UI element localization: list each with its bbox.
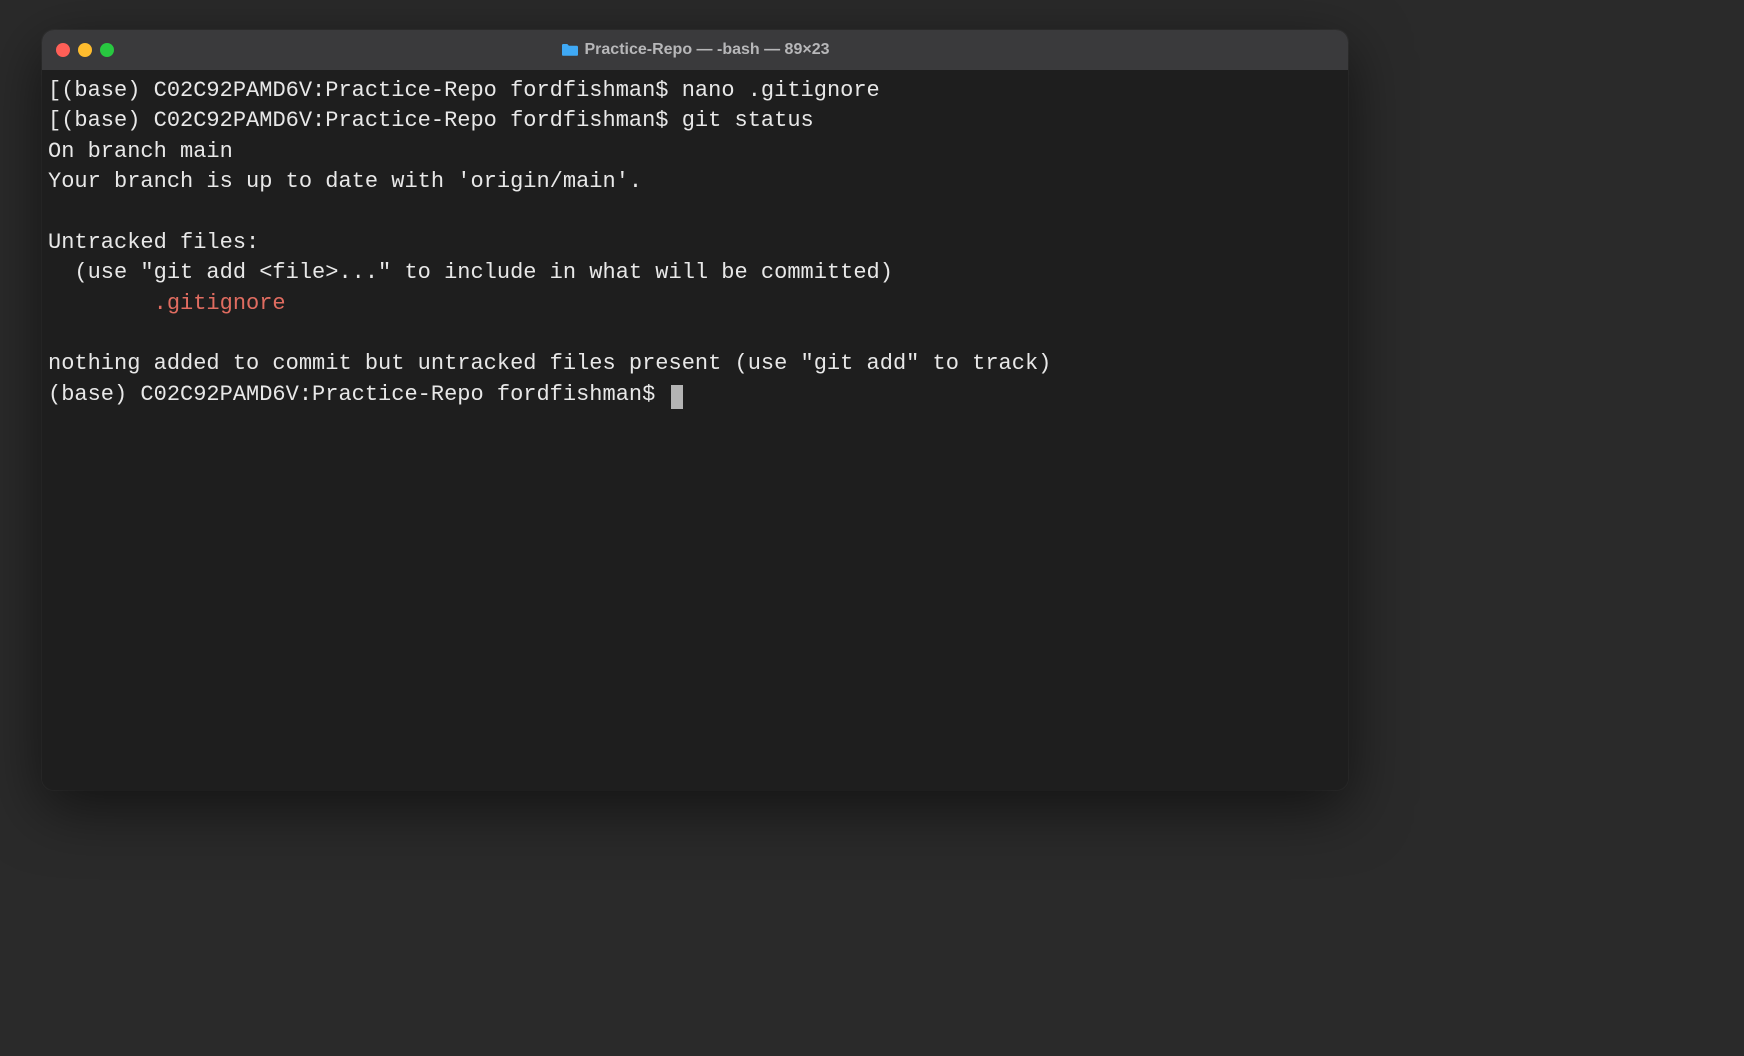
blank-line: [48, 319, 1342, 349]
prompt-text: (base) C02C92PAMD6V:Practice-Repo fordfi…: [61, 78, 682, 103]
bracket-open: [: [48, 108, 61, 133]
command-2: git status: [682, 108, 814, 133]
desktop-background: Practice-Repo — -bash — 89×23 [(base) C0…: [0, 0, 1744, 1056]
command-1: nano .gitignore: [682, 78, 880, 103]
output-uptodate: Your branch is up to date with 'origin/m…: [48, 167, 1342, 197]
traffic-lights: [56, 43, 114, 57]
titlebar[interactable]: Practice-Repo — -bash — 89×23: [42, 30, 1348, 70]
output-nothing-added: nothing added to commit but untracked fi…: [48, 349, 1342, 379]
folder-icon: [561, 43, 579, 57]
output-branch: On branch main: [48, 137, 1342, 167]
blank-line: [48, 197, 1342, 227]
terminal-window: Practice-Repo — -bash — 89×23 [(base) C0…: [42, 30, 1348, 790]
bracket-open: [: [48, 78, 61, 103]
output-untracked-header: Untracked files:: [48, 228, 1342, 258]
prompt-text: (base) C02C92PAMD6V:Practice-Repo fordfi…: [48, 382, 669, 407]
zoom-icon[interactable]: [100, 43, 114, 57]
window-title: Practice-Repo — -bash — 89×23: [42, 41, 1348, 59]
prompt-line-3: (base) C02C92PAMD6V:Practice-Repo fordfi…: [48, 380, 1342, 410]
window-title-text: Practice-Repo — -bash — 89×23: [585, 41, 830, 59]
prompt-text: (base) C02C92PAMD6V:Practice-Repo fordfi…: [61, 108, 682, 133]
minimize-icon[interactable]: [78, 43, 92, 57]
prompt-line-1: [(base) C02C92PAMD6V:Practice-Repo fordf…: [48, 76, 1342, 106]
terminal-body[interactable]: [(base) C02C92PAMD6V:Practice-Repo fordf…: [42, 70, 1348, 790]
output-untracked-file: .gitignore: [48, 289, 1342, 319]
cursor-icon: [671, 385, 683, 409]
close-icon[interactable]: [56, 43, 70, 57]
output-untracked-hint: (use "git add <file>..." to include in w…: [48, 258, 1342, 288]
prompt-line-2: [(base) C02C92PAMD6V:Practice-Repo fordf…: [48, 106, 1342, 136]
